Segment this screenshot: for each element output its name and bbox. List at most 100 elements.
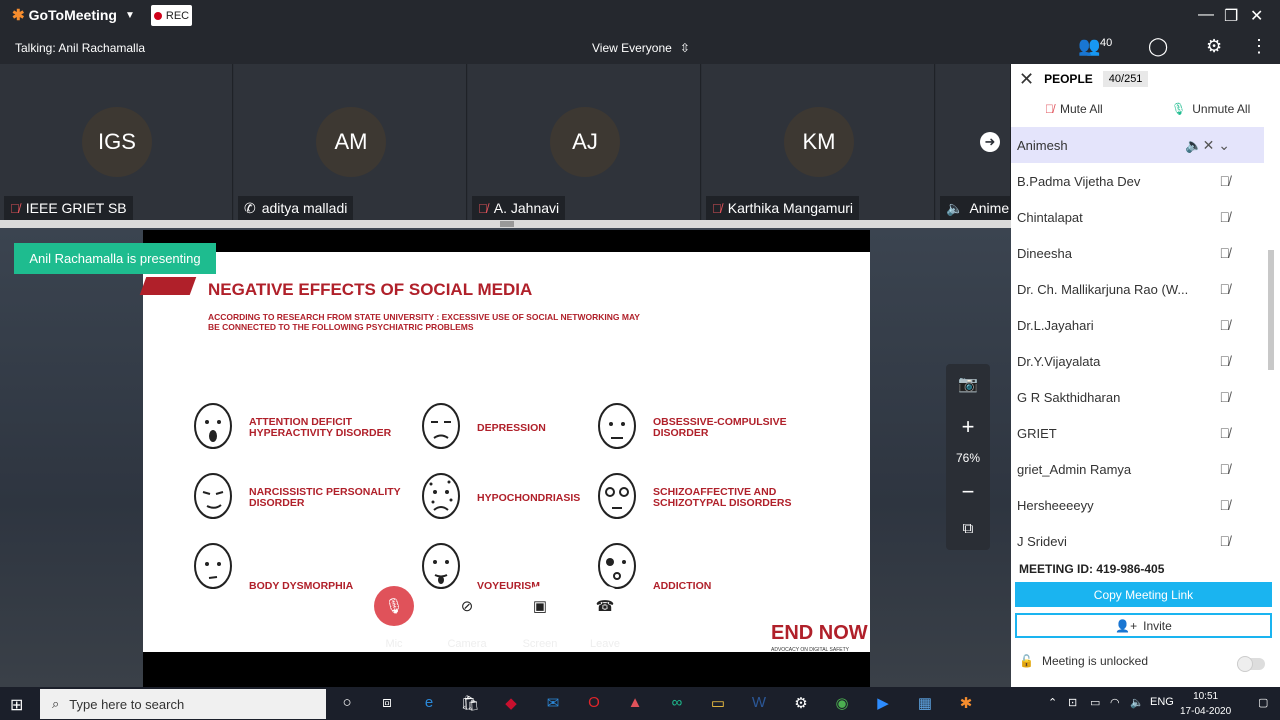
list-item[interactable]: Dr.Y.Vijayalata 🎙̸: [1011, 343, 1264, 379]
participant-name-tag: 🔈 Anime: [940, 196, 1010, 220]
hang-up-icon[interactable]: ☎: [585, 586, 625, 626]
volume-icon[interactable]: 🔈: [1130, 696, 1144, 709]
brand-menu[interactable]: ✱ GoToMeeting ▼: [12, 6, 135, 24]
view-selector[interactable]: View Everyone ⇳: [592, 41, 690, 55]
close-icon[interactable]: ✕: [1250, 6, 1263, 26]
slide-item-label: ATTENTION DEFICIT HYPERACTIVITY DISORDER: [249, 416, 392, 439]
mic-muted-icon[interactable]: 🎙̸: [1220, 173, 1231, 189]
list-item[interactable]: griet_Admin Ramya 🎙̸: [1011, 451, 1264, 487]
mic-muted-icon[interactable]: 🎙̸: [1220, 245, 1231, 261]
list-item[interactable]: Chintalapat 🎙̸: [1011, 199, 1264, 235]
zoom-out-icon[interactable]: −: [946, 479, 990, 505]
settings-icon[interactable]: ⚙: [790, 694, 812, 714]
mic-control[interactable]: 🎙 Mic: [374, 586, 414, 650]
restore-icon[interactable]: ❐: [1224, 6, 1238, 26]
copy-meeting-link-button[interactable]: Copy Meeting Link: [1015, 582, 1272, 607]
strip-scrollbar[interactable]: [0, 220, 1011, 228]
mic-muted-icon[interactable]: 🎙̸: [1220, 497, 1231, 513]
mic-muted-icon[interactable]: 🎙̸: [1220, 461, 1231, 477]
mute-all-label: Mute All: [1060, 102, 1103, 116]
toggle-knob: [1237, 656, 1253, 672]
wifi-icon[interactable]: ◠: [1110, 696, 1120, 709]
list-item[interactable]: J Sridevi 🎙̸: [1011, 523, 1264, 557]
store-icon[interactable]: 🛍: [459, 694, 481, 714]
participant-name-tag: 🎙̸ IEEE GRIET SB: [4, 196, 133, 220]
camera-off-icon[interactable]: ⊘: [447, 586, 487, 626]
photos-icon[interactable]: ▦: [914, 694, 936, 714]
scrollbar-thumb[interactable]: [500, 221, 514, 227]
gear-icon[interactable]: ⚙: [1206, 36, 1222, 57]
chat-icon[interactable]: ◯: [1148, 36, 1168, 57]
gotomeeting-taskbar-icon[interactable]: ✱: [955, 694, 977, 714]
chevron-up-icon[interactable]: ⌃: [1048, 696, 1057, 709]
zoom-in-icon[interactable]: +: [946, 414, 990, 440]
taskbar-search[interactable]: ⌕ Type here to search: [40, 689, 326, 719]
cortana-icon[interactable]: ○: [336, 694, 358, 714]
file-explorer-icon[interactable]: ▭: [707, 694, 729, 714]
word-icon[interactable]: W: [748, 694, 770, 714]
speaker-muted-icon[interactable]: 🔈✕ ⌄: [1185, 137, 1230, 154]
slide-item: ADDICTION: [595, 540, 813, 596]
mic-muted-icon[interactable]: 🎙: [374, 586, 414, 626]
app-red-icon[interactable]: ▲: [624, 694, 646, 714]
zoom-icon[interactable]: ▶: [872, 694, 894, 714]
windows-start-icon[interactable]: ⊞: [10, 695, 23, 715]
participant-tile[interactable]: AJ 🎙̸ A. Jahnavi: [468, 64, 701, 220]
mic-muted-icon[interactable]: 🎙̸: [1220, 317, 1231, 333]
leave-control[interactable]: ☎ Leave: [585, 586, 625, 650]
task-view-icon[interactable]: ⧈: [376, 694, 398, 714]
gotomeeting-window: ✱ GoToMeeting ▼ REC — ❐ ✕ Talking: Anil …: [0, 0, 1280, 720]
battery-icon[interactable]: ▭: [1090, 696, 1100, 709]
more-options-icon[interactable]: ⋮: [1250, 36, 1268, 57]
face-worried-icon: [598, 403, 636, 449]
slide-item: SCHIZOAFFECTIVE AND SCHIZOTYPAL DISORDER…: [595, 470, 813, 526]
invite-button[interactable]: 👤+ Invite: [1015, 613, 1272, 638]
camera-snapshot-icon[interactable]: 📷: [946, 374, 990, 394]
taskbar-clock[interactable]: 10:51 17-04-2020: [1180, 689, 1231, 719]
next-page-arrow-icon[interactable]: ➜: [980, 132, 1000, 152]
list-item[interactable]: Hersheeeeyy 🎙̸: [1011, 487, 1264, 523]
mic-muted-icon[interactable]: 🎙̸: [1220, 353, 1231, 369]
screen-share-off-icon[interactable]: ▣: [520, 586, 560, 626]
list-item[interactable]: GRIET 🎙̸: [1011, 415, 1264, 451]
arduino-icon[interactable]: ∞: [666, 694, 688, 714]
input-language[interactable]: ENG: [1150, 696, 1174, 708]
screen-control[interactable]: ▣ Screen: [520, 586, 560, 650]
network-tray-icon[interactable]: ⊡: [1068, 696, 1077, 709]
meeting-lock-toggle[interactable]: [1237, 656, 1265, 672]
participant-tile[interactable]: KM 🎙̸ Karthika Mangamuri: [702, 64, 935, 220]
edge-icon[interactable]: e: [418, 694, 440, 714]
notification-icon[interactable]: ▢: [1258, 696, 1268, 709]
list-item[interactable]: B.Padma Vijetha Dev 🎙̸: [1011, 163, 1264, 199]
list-item[interactable]: Animesh 🔈✕ ⌄: [1011, 127, 1264, 163]
minimize-icon[interactable]: —: [1198, 6, 1214, 24]
list-item[interactable]: G R Sakthidharan 🎙̸: [1011, 379, 1264, 415]
people-icon[interactable]: 👥: [1078, 36, 1100, 57]
participant-tile[interactable]: AM ✆ aditya malladi: [234, 64, 467, 220]
camera-control[interactable]: ⊘ Camera: [447, 586, 487, 650]
chrome-icon[interactable]: ◉: [831, 694, 853, 714]
person-name: Hersheeeeyy: [1017, 497, 1094, 513]
unmute-all-button[interactable]: 🎙 Unmute All: [1171, 102, 1250, 116]
scrollbar-thumb[interactable]: [1268, 250, 1274, 370]
mic-muted-icon[interactable]: 🎙̸: [1220, 533, 1231, 549]
opera-icon[interactable]: O: [583, 694, 605, 714]
close-icon[interactable]: ✕: [1019, 69, 1034, 90]
list-item[interactable]: Dineesha 🎙̸: [1011, 235, 1264, 271]
list-item[interactable]: Dr.L.Jayahari 🎙̸: [1011, 307, 1264, 343]
mcafee-icon[interactable]: ◆: [500, 694, 522, 714]
mail-icon[interactable]: ✉: [542, 694, 564, 714]
mute-all-button[interactable]: 🎙̸ Mute All: [1045, 102, 1103, 116]
mic-muted-icon[interactable]: 🎙̸: [1220, 281, 1231, 297]
rec-badge[interactable]: REC: [151, 5, 192, 26]
participant-tile[interactable]: IGS 🎙̸ IEEE GRIET SB: [0, 64, 233, 220]
mic-muted-icon[interactable]: 🎙̸: [1220, 425, 1231, 441]
screen-label: Screen: [522, 638, 558, 650]
mic-muted-icon[interactable]: 🎙̸: [1220, 209, 1231, 225]
popout-icon[interactable]: ⧉: [946, 520, 990, 537]
meeting-bar: Talking: Anil Rachamalla View Everyone ⇳…: [0, 32, 1280, 64]
mic-muted-icon[interactable]: 🎙̸: [1220, 389, 1231, 405]
list-item[interactable]: Dr. Ch. Mallikarjuna Rao (W... 🎙̸: [1011, 271, 1264, 307]
add-person-icon: 👤+: [1115, 618, 1138, 633]
people-list-scrollbar[interactable]: [1266, 130, 1276, 555]
